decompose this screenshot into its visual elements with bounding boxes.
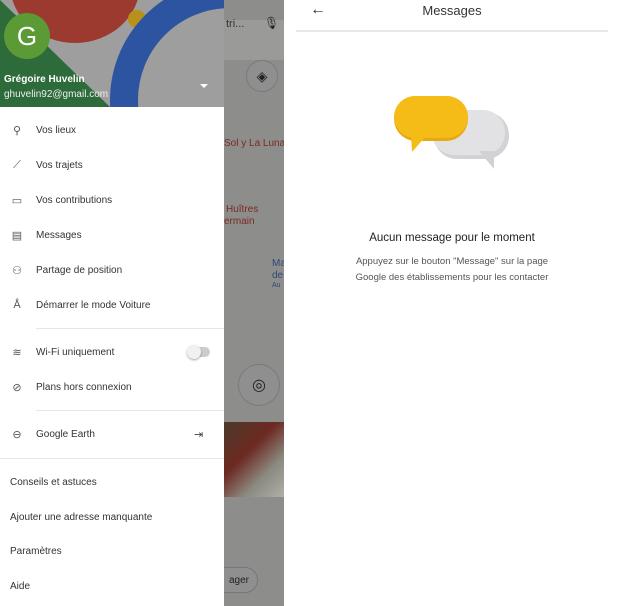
item-label: Vos lieux [36, 124, 77, 136]
drawer-item-settings[interactable]: Paramètres [0, 536, 224, 566]
item-label: Vos contributions [36, 194, 113, 206]
wifi-only-toggle[interactable] [187, 345, 210, 359]
map-label: Ma [272, 258, 284, 269]
map-label: de [272, 270, 284, 281]
open-external-icon: ⇥ [194, 428, 204, 441]
avatar[interactable]: G [4, 13, 50, 59]
item-label: Paramètres [10, 545, 62, 557]
my-location-icon: ◎ [252, 377, 266, 394]
drawer-item-vos-trajets[interactable]: ⟋ Vos trajets [0, 150, 224, 180]
wifi-icon: ≋ [12, 346, 22, 359]
user-email: ghuvelin92@gmail.com [4, 89, 109, 100]
map-label: Au [272, 282, 281, 289]
drawer-item-partage-de-position[interactable]: ⚇ Partage de position [0, 255, 224, 285]
empty-state-line: Appuyez sur le bouton "Message" sur la p… [355, 256, 549, 267]
drawer-item-tips[interactable]: Conseils et astuces [0, 467, 224, 497]
offline-icon: ⊘ [12, 381, 22, 394]
messages-screen: ← Messages Aucun message pour le moment … [296, 0, 608, 606]
drawer-item-google-earth[interactable]: ⊖ Google Earth ⇥ [0, 419, 224, 449]
item-label: Messages [36, 229, 82, 241]
contributions-icon: ▭ [11, 194, 23, 207]
share-button-label: ager [228, 574, 249, 586]
page-title: Messages [422, 3, 482, 18]
chat-bubbles-illustration [394, 96, 509, 169]
divider [0, 458, 224, 459]
item-label: Partage de position [36, 264, 123, 276]
empty-state-line: Google des établissements pour les conta… [355, 272, 549, 283]
map-label: ermain [224, 216, 255, 227]
drawer-item-add-address[interactable]: Ajouter une adresse manquante [0, 502, 224, 532]
maps-drawer-screen: tri... 🎙 ◈ Sol y La Luna Huîtres ermain … [0, 0, 284, 606]
navigation-icon: Å [13, 299, 21, 311]
navigation-drawer: G Grégoire Huvelin ghuvelin92@gmail.com … [0, 0, 224, 606]
map-background-dimmed[interactable]: tri... 🎙 ◈ Sol y La Luna Huîtres ermain … [214, 0, 284, 606]
drawer-item-messages[interactable]: ▤ Messages [0, 220, 224, 250]
google-earth-icon: ⊖ [12, 428, 22, 441]
item-label: Démarrer le mode Voiture [36, 299, 151, 311]
message-icon: ▤ [11, 229, 23, 242]
user-name: Grégoire Huvelin [4, 74, 85, 85]
divider [36, 328, 224, 329]
drawer-item-vos-contributions[interactable]: ▭ Vos contributions [0, 185, 224, 215]
layers-button[interactable]: ◈ [246, 60, 278, 92]
item-label: Ajouter une adresse manquante [10, 511, 153, 523]
location-pin-icon: ⚲ [12, 124, 22, 137]
map-label: Sol y La Luna [224, 138, 284, 149]
microphone-icon[interactable]: 🎙 [264, 16, 279, 30]
account-header[interactable]: G Grégoire Huvelin ghuvelin92@gmail.com [0, 0, 224, 107]
drawer-item-offline-maps[interactable]: ⊘ Plans hors connexion [0, 372, 224, 402]
drawer-item-mode-voiture[interactable]: Å Démarrer le mode Voiture [0, 290, 224, 320]
timeline-icon: ⟋ [13, 158, 21, 171]
layers-icon: ◈ [256, 67, 268, 84]
divider [36, 410, 224, 411]
item-label: Aide [10, 580, 31, 592]
item-label: Plans hors connexion [36, 381, 132, 393]
empty-state-description: Appuyez sur le bouton "Message" sur la p… [296, 254, 608, 286]
account-dropdown-icon[interactable] [200, 84, 208, 88]
drawer-item-vos-lieux[interactable]: ⚲ Vos lieux [0, 115, 224, 145]
header-divider [296, 30, 608, 32]
item-label: Wi-Fi uniquement [36, 346, 115, 358]
drawer-item-help[interactable]: Aide [0, 571, 224, 601]
search-text-fragment: tri... [226, 18, 245, 30]
map-label: Huîtres [226, 204, 259, 215]
empty-state-title: Aucun message pour le moment [369, 232, 535, 244]
item-label: Conseils et astuces [10, 476, 97, 488]
item-label: Vos trajets [36, 159, 83, 171]
place-photo [224, 422, 284, 497]
item-label: Google Earth [36, 428, 95, 440]
location-sharing-icon: ⚇ [12, 264, 22, 277]
my-location-button[interactable]: ◎ [238, 364, 280, 406]
